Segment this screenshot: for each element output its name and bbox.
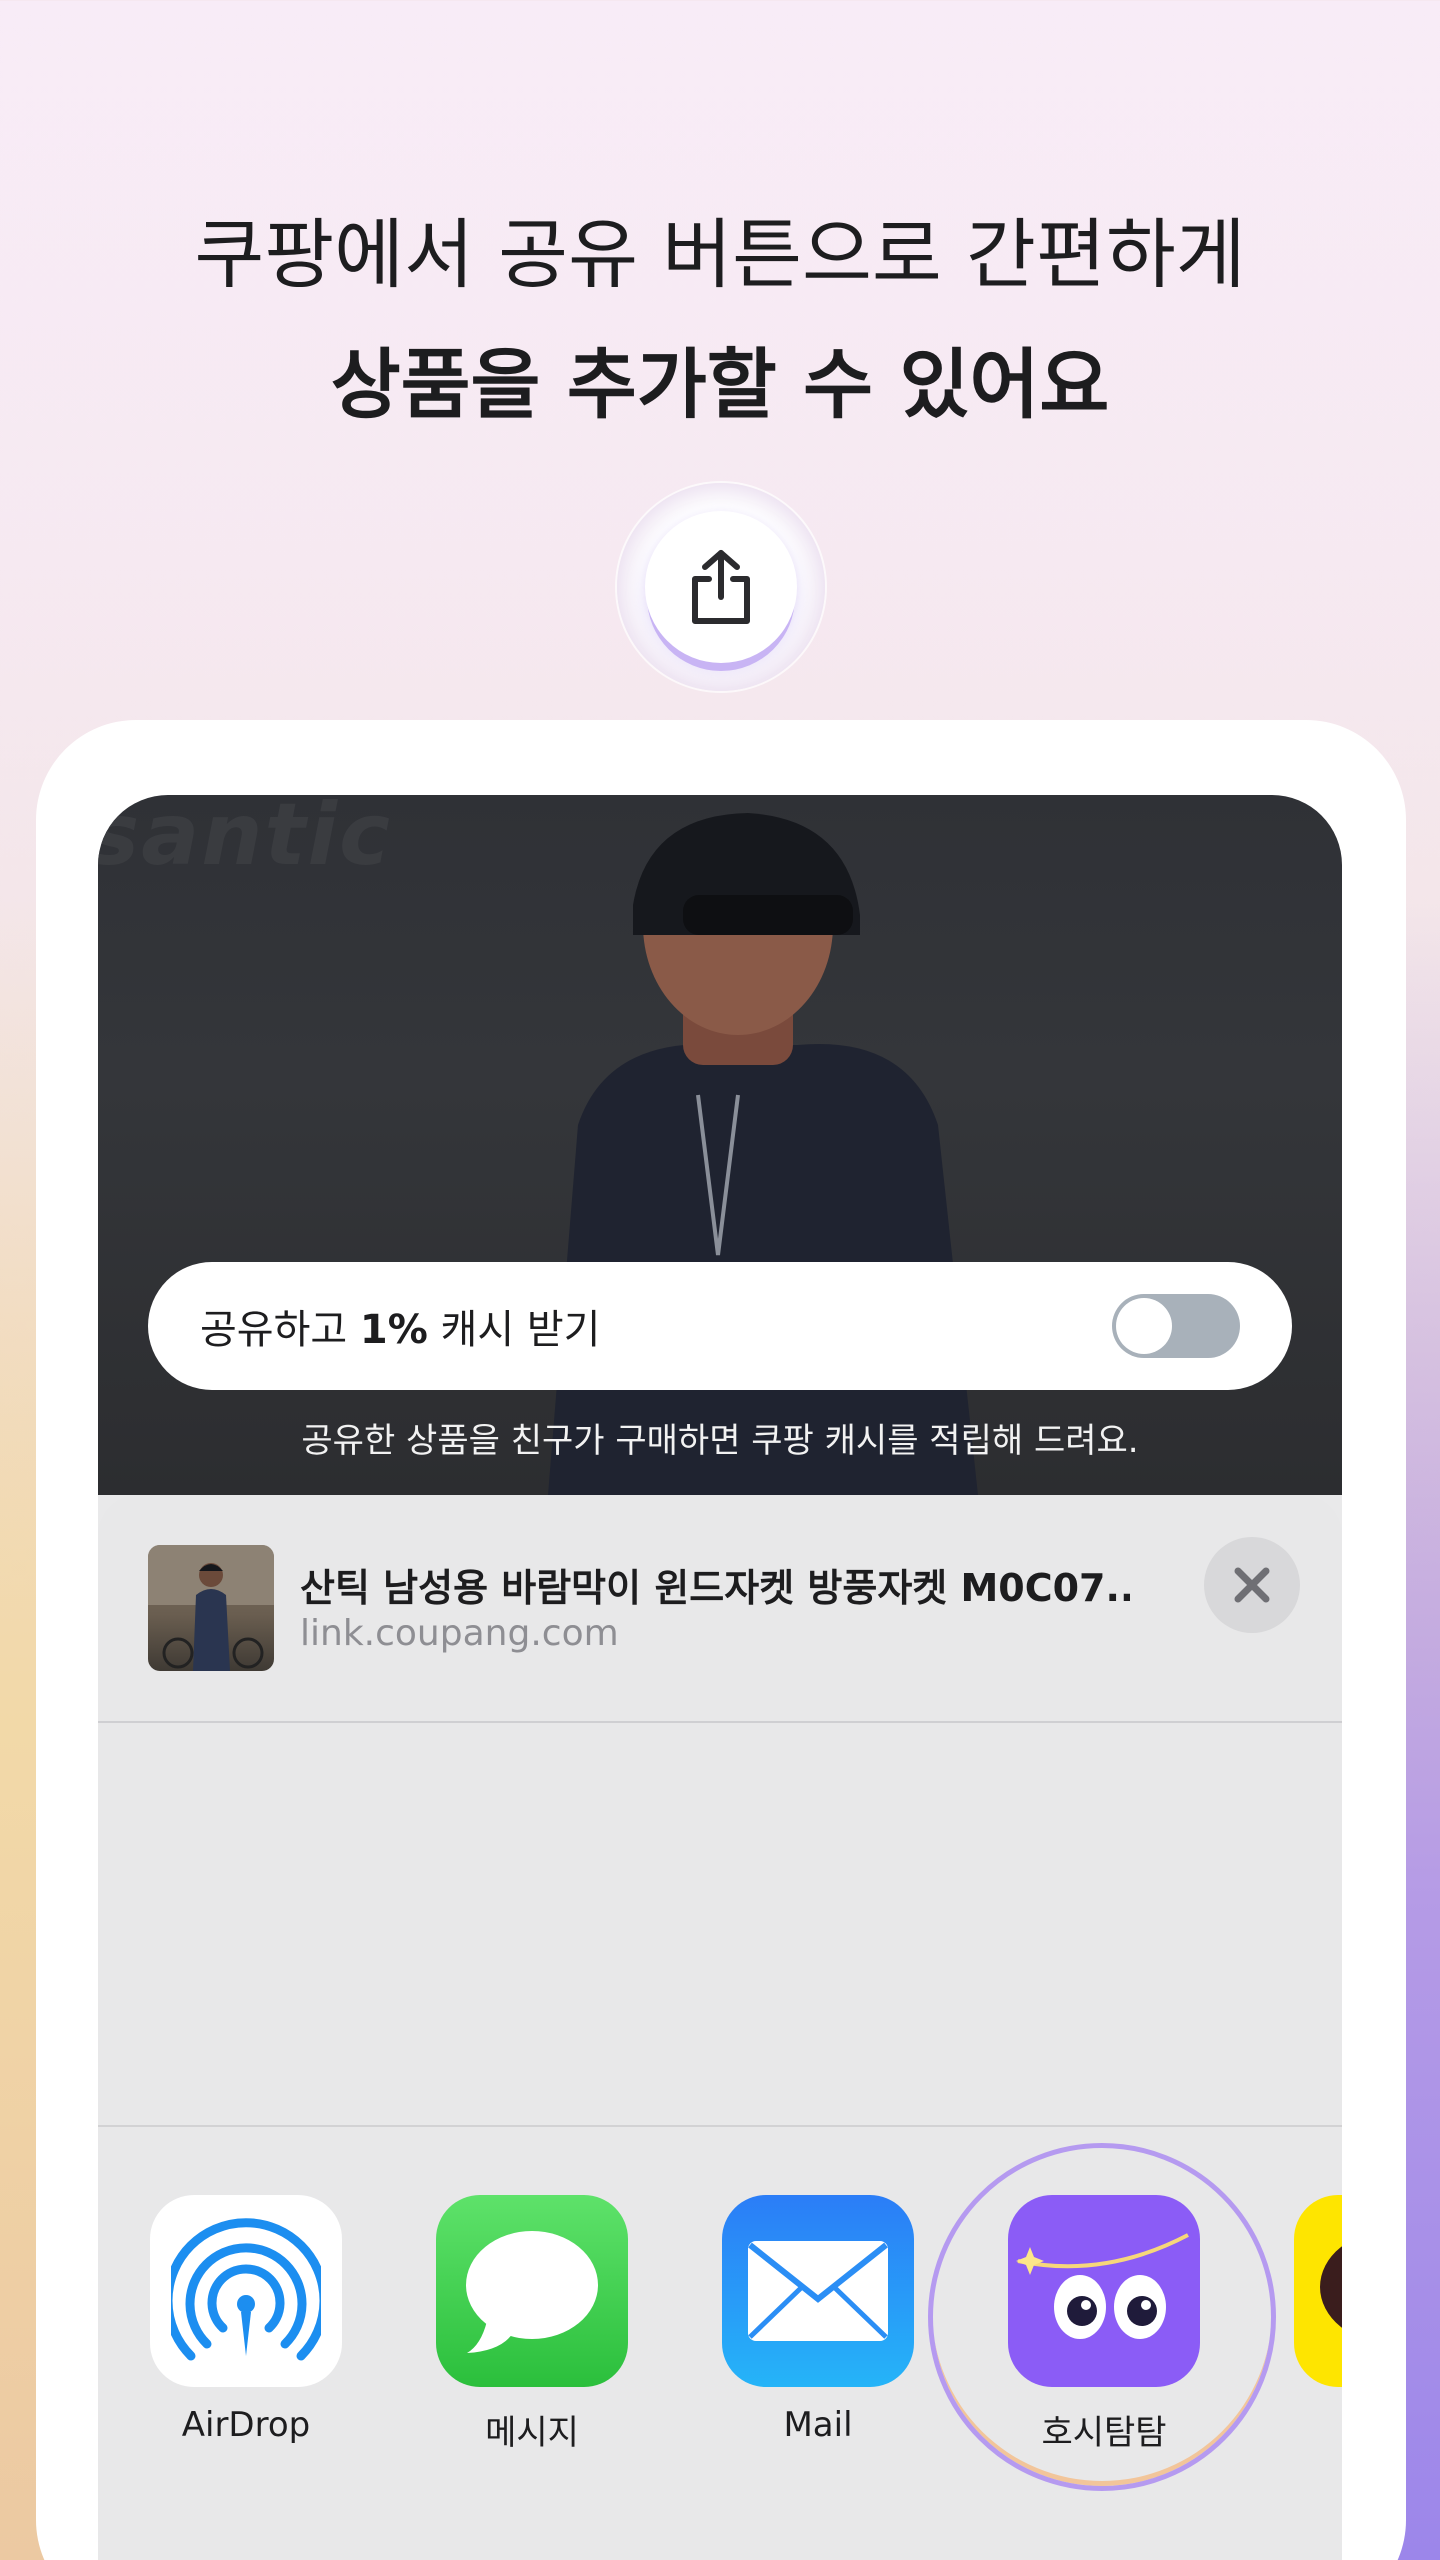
cash-share-label-suffix: 캐시 받기 xyxy=(427,1307,601,1353)
cash-share-switch[interactable] xyxy=(1112,1294,1240,1358)
share-sheet: 산틱 남성용 바람막이 윈드자켓 방풍자켓 M0C07... link.coup… xyxy=(98,1495,1342,2560)
cash-share-toggle-row[interactable]: 공유하고 1% 캐시 받기 xyxy=(148,1262,1292,1390)
app-messages[interactable]: 메시지 xyxy=(432,2195,632,2454)
app-label: 카 xyxy=(1290,2405,1342,2454)
airdrop-icon xyxy=(150,2195,342,2387)
cash-share-label: 공유하고 1% 캐시 받기 xyxy=(200,1297,600,1355)
product-photo: santic 공유하고 1% 캐시 받기 공유한 상품을 친구가 구매하면 쿠팡… xyxy=(98,795,1342,1495)
share-button[interactable] xyxy=(645,511,797,663)
hositamtam-icon xyxy=(1008,2195,1200,2387)
shared-item-title: 산틱 남성용 바람막이 윈드자켓 방풍자켓 M0C07... xyxy=(300,1566,1130,1610)
messages-icon xyxy=(436,2195,628,2387)
app-label: AirDrop xyxy=(181,2405,311,2445)
close-icon xyxy=(1234,1567,1270,1603)
app-label: Mail xyxy=(783,2405,853,2445)
share-sheet-header: 산틱 남성용 바람막이 윈드자켓 방풍자켓 M0C07... link.coup… xyxy=(98,1495,1342,1723)
app-kakao[interactable]: 카 xyxy=(1290,2195,1342,2454)
cyclist-figure xyxy=(548,813,978,1495)
headline-line-1: 쿠팡에서 공유 버튼으로 간편하게 xyxy=(194,210,1246,299)
product-thumbnail xyxy=(148,1545,274,1671)
cash-share-label-percent: 1% xyxy=(359,1307,428,1353)
cash-share-note: 공유한 상품을 친구가 구매하면 쿠팡 캐시를 적립해 드려요. xyxy=(301,1421,1139,1461)
app-label: 메시지 xyxy=(485,2413,579,2453)
app-mail[interactable]: Mail xyxy=(718,2195,918,2445)
app-airdrop[interactable]: AirDrop xyxy=(146,2195,346,2445)
close-button[interactable] xyxy=(1204,1537,1300,1633)
shared-item-link: link.coupang.com xyxy=(300,1613,619,1654)
app-label: 호시탐탐 xyxy=(1041,2413,1167,2453)
cash-share-label-prefix: 공유하고 xyxy=(200,1307,360,1353)
kakao-icon xyxy=(1294,2195,1342,2387)
thumbnail-figure xyxy=(148,1545,274,1671)
app-hositamtam[interactable]: 호시탐탐 xyxy=(1004,2195,1204,2454)
brand-text: santic xyxy=(98,795,393,885)
switch-knob xyxy=(1116,1298,1172,1354)
apps-divider xyxy=(98,2125,1342,2127)
headline-line-2: 상품을 추가할 수 있어요 xyxy=(330,340,1110,429)
share-icon xyxy=(692,550,750,624)
mail-icon xyxy=(722,2195,914,2387)
phone-screen: santic 공유하고 1% 캐시 받기 공유한 상품을 친구가 구매하면 쿠팡… xyxy=(98,795,1342,2560)
headline: 쿠팡에서 공유 버튼으로 간편하게 상품을 추가할 수 있어요 xyxy=(0,190,1440,450)
